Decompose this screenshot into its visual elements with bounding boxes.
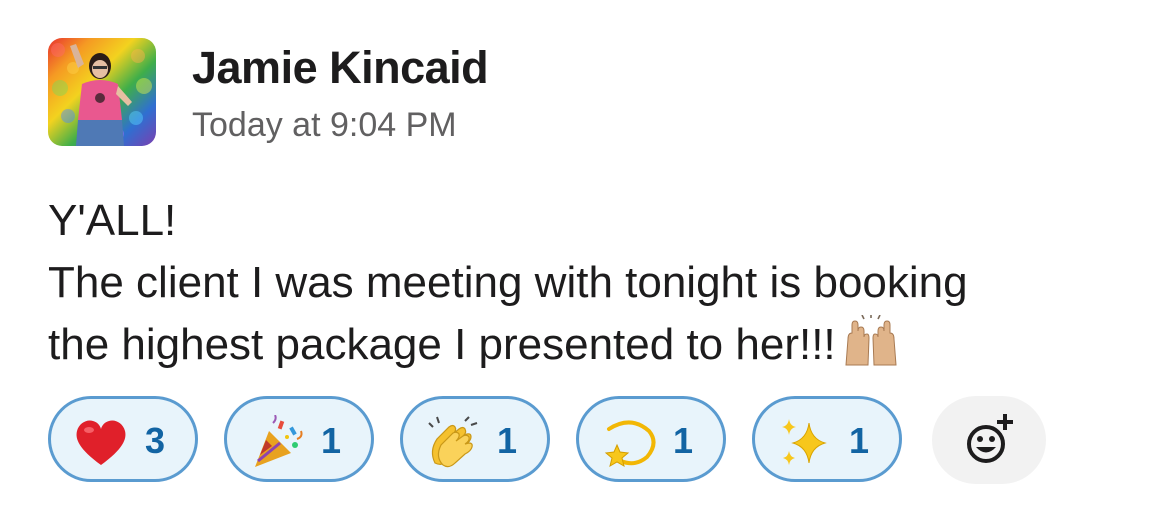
reaction-party-popper[interactable]: 1 (224, 396, 374, 482)
reaction-red-heart[interactable]: 3 (48, 396, 198, 482)
avatar[interactable] (48, 38, 156, 146)
add-reaction-icon (967, 414, 1013, 463)
reaction-count: 1 (497, 420, 518, 461)
reaction-sparkles[interactable]: 1 (752, 396, 902, 482)
sparkles-icon (782, 419, 827, 465)
reaction-dizzy-star[interactable]: 1 (576, 396, 726, 482)
reaction-count: 3 (145, 420, 166, 461)
message-line: Y'ALL! (48, 196, 177, 245)
message-line-text: the highest package I presented to her!!… (48, 320, 836, 369)
sender-name[interactable]: Jamie Kincaid (192, 42, 489, 94)
clapping-hands-icon (428, 416, 478, 468)
red-heart-icon (76, 420, 126, 465)
party-popper-icon (255, 415, 303, 467)
message-line: the highest package I presented to her!!… (48, 314, 1148, 376)
dizzy-star-icon (604, 420, 656, 468)
reaction-clapping-hands[interactable]: 1 (400, 396, 550, 482)
message-line: The client I was meeting with tonight is… (48, 258, 968, 307)
raising-hands-icon (842, 314, 900, 367)
reaction-count: 1 (321, 420, 342, 461)
message: Jamie Kincaid Today at 9:04 PM Y'ALL! Th… (0, 0, 1170, 506)
add-reaction-button[interactable] (932, 396, 1046, 484)
reaction-count: 1 (849, 420, 870, 461)
message-timestamp[interactable]: Today at 9:04 PM (192, 104, 457, 146)
reaction-count: 1 (673, 420, 694, 461)
message-body: Y'ALL! The client I was meeting with ton… (48, 190, 1148, 376)
